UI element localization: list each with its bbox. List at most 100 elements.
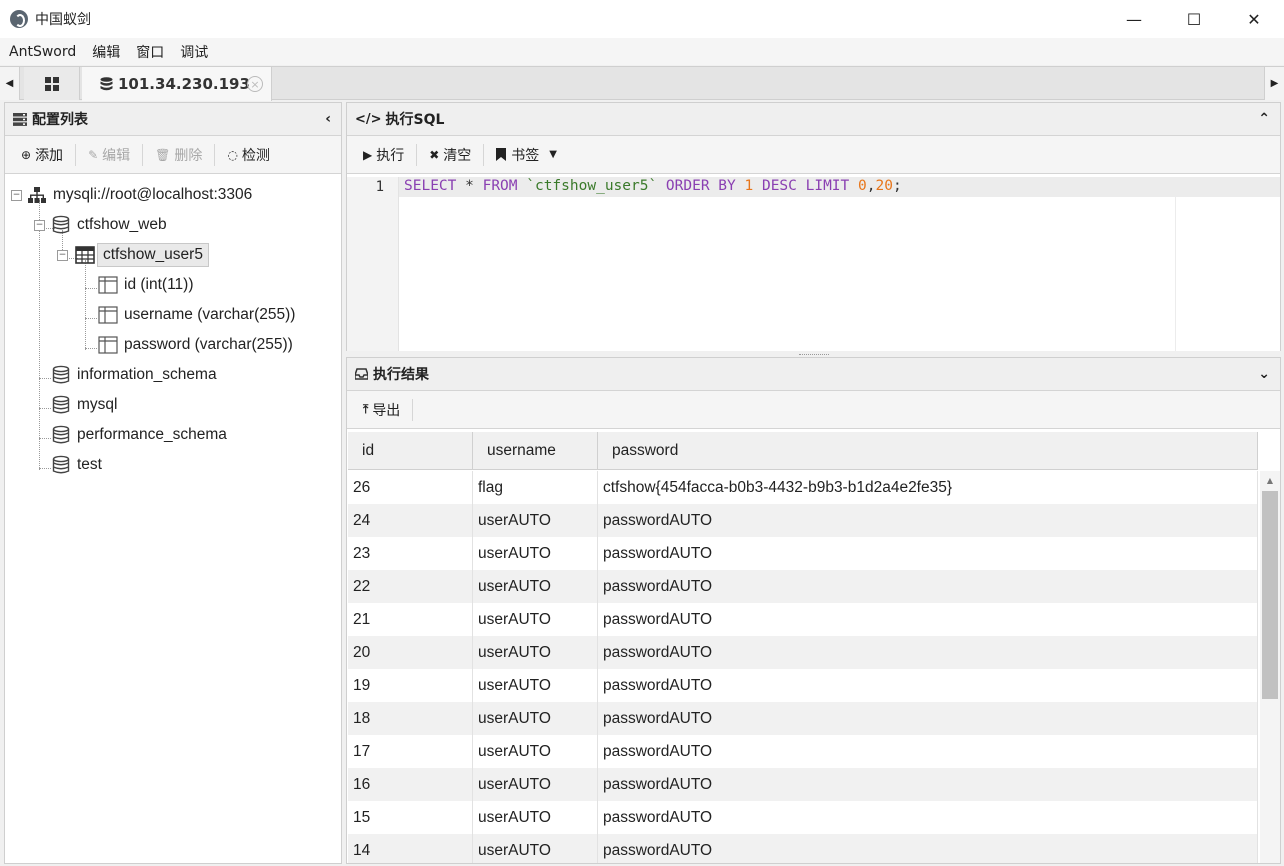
table-row[interactable]: 17 userAUTO passwordAUTO — [348, 735, 1258, 768]
column-label: username (varchar(255)) — [124, 306, 296, 323]
tab-shell-connection[interactable]: 101.34.230.193 × — [82, 67, 272, 101]
cell-id: 24 — [348, 504, 473, 537]
collapse-sql-icon[interactable]: ⌃ — [1258, 111, 1270, 127]
column-icon — [98, 336, 118, 354]
bookmark-label: 书签 — [511, 147, 540, 164]
tab-label: 101.34.230.193 — [118, 75, 250, 93]
table-row[interactable]: 18 userAUTO passwordAUTO — [348, 702, 1258, 735]
config-list-title: 配置列表 — [32, 112, 88, 128]
cell-username: userAUTO — [473, 801, 598, 834]
sql-panel-title: 执行SQL — [385, 112, 445, 128]
column-header-password[interactable]: password — [598, 432, 1258, 470]
cell-password: ctfshow{454facca-b0b3-4432-b9b3-b1d2a4e2… — [598, 471, 1258, 504]
tab-close-icon[interactable]: × — [247, 76, 263, 92]
sql-number: 0 — [858, 178, 867, 194]
clear-label: 清空 — [443, 147, 472, 164]
delete-button[interactable]: 🗑 删除 — [145, 142, 212, 168]
tree-node-column[interactable]: password (varchar(255)) — [98, 333, 293, 357]
table-row[interactable]: 26 flag ctfshow{454facca-b0b3-4432-b9b3-… — [348, 471, 1258, 504]
tree-node-database[interactable]: performance_schema — [51, 423, 227, 447]
grid-icon — [44, 76, 59, 91]
edit-button[interactable]: ✎ 编辑 — [78, 142, 140, 168]
database-icon — [52, 215, 70, 234]
tab-scroll-right-button[interactable]: ▶ — [1264, 67, 1284, 100]
table-row[interactable]: 20 userAUTO passwordAUTO — [348, 636, 1258, 669]
menu-antsword[interactable]: AntSword — [9, 44, 76, 60]
sql-editor[interactable]: 1 SELECT * FROM `ctfshow_user5` ORDER BY… — [347, 177, 1280, 351]
menu-edit[interactable]: 编辑 — [92, 42, 120, 62]
column-header-id[interactable]: id — [348, 432, 473, 470]
export-button[interactable]: ⤒ 导出 — [353, 397, 410, 423]
tree-node-database[interactable]: ctfshow_web — [51, 213, 167, 237]
database-icon — [52, 425, 70, 444]
maximize-button[interactable]: ☐ — [1164, 0, 1224, 38]
cell-id: 15 — [348, 801, 473, 834]
cell-password: passwordAUTO — [598, 768, 1258, 801]
bookmark-icon — [496, 148, 507, 161]
bookmark-button[interactable]: 书签 ▼ — [486, 142, 567, 168]
add-button[interactable]: ⊕ 添加 — [11, 142, 73, 168]
collapse-panel-icon[interactable]: ‹ — [325, 111, 331, 127]
tab-scroll-left-button[interactable]: ◀ — [0, 67, 20, 100]
table-row[interactable]: 15 userAUTO passwordAUTO — [348, 801, 1258, 834]
table-row[interactable]: 23 userAUTO passwordAUTO — [348, 537, 1258, 570]
clear-button[interactable]: ✖ 清空 — [419, 142, 481, 168]
table-row[interactable]: 16 userAUTO passwordAUTO — [348, 768, 1258, 801]
check-button[interactable]: ◌ 检测 — [217, 142, 279, 168]
server-list-icon — [13, 112, 27, 126]
tree-node-column[interactable]: username (varchar(255)) — [98, 303, 295, 327]
sql-toolbar: ▶ 执行 ✖ 清空 书签 ▼ — [347, 136, 1280, 174]
tab-bar: ◀ 101.34.230.193 × ▶ — [0, 66, 1284, 101]
cell-id: 17 — [348, 735, 473, 768]
delete-label: 删除 — [174, 147, 203, 164]
tab-home[interactable] — [24, 67, 80, 100]
table-row[interactable]: 24 userAUTO passwordAUTO — [348, 504, 1258, 537]
cell-password: passwordAUTO — [598, 504, 1258, 537]
sql-keyword: SELECT — [404, 178, 457, 194]
cell-username: userAUTO — [473, 669, 598, 702]
database-icon — [100, 76, 113, 90]
tree-line — [39, 200, 40, 470]
menu-debug[interactable]: 调试 — [180, 42, 208, 62]
close-window-button[interactable]: ✕ — [1224, 0, 1284, 38]
tree-node-column[interactable]: id (int(11)) — [98, 273, 193, 297]
print-margin — [1175, 177, 1176, 351]
cell-password: passwordAUTO — [598, 801, 1258, 834]
sql-number: 1 — [735, 178, 762, 194]
tree-node-table[interactable]: ctfshow_user5 — [75, 243, 209, 267]
cell-username: userAUTO — [473, 702, 598, 735]
tree-node-database[interactable]: test — [51, 453, 102, 477]
table-row[interactable]: 22 userAUTO passwordAUTO — [348, 570, 1258, 603]
result-scrollbar[interactable]: ▲ — [1260, 471, 1280, 863]
database-label: ctfshow_web — [77, 216, 167, 233]
minimize-button[interactable]: — — [1104, 0, 1164, 38]
tree-node-database[interactable]: mysql — [51, 393, 117, 417]
antsword-logo-icon — [10, 10, 28, 28]
database-label: performance_schema — [77, 426, 227, 443]
tree-collapse-toggle[interactable]: − — [34, 220, 45, 231]
table-row[interactable]: 14 userAUTO passwordAUTO — [348, 834, 1258, 863]
sitemap-icon — [28, 187, 46, 203]
tree-node-database[interactable]: information_schema — [51, 363, 217, 387]
scroll-up-arrow-icon[interactable]: ▲ — [1260, 473, 1280, 487]
scrollbar-thumb[interactable] — [1262, 491, 1278, 699]
sql-operator: ; — [892, 178, 902, 194]
table-row[interactable]: 19 userAUTO passwordAUTO — [348, 669, 1258, 702]
result-panel: 执行结果 ⌄ ⤒ 导出 id username password 26 flag… — [346, 357, 1281, 864]
sql-panel-header: </> 执行SQL ⌃ — [347, 103, 1280, 136]
toolbar-divider — [142, 143, 144, 166]
execute-button[interactable]: ▶ 执行 — [353, 142, 414, 168]
tree-node-connection[interactable]: mysqli://root@localhost:3306 — [27, 183, 252, 207]
window-title: 中国蚁剑 — [35, 12, 91, 28]
menu-window[interactable]: 窗口 — [136, 42, 164, 62]
connection-label: mysqli://root@localhost:3306 — [53, 186, 253, 203]
tree-collapse-toggle[interactable]: − — [11, 190, 22, 201]
result-panel-header: 执行结果 ⌄ — [347, 358, 1280, 391]
line-number: 1 — [375, 179, 384, 195]
tree-collapse-toggle[interactable]: − — [57, 250, 68, 261]
table-row[interactable]: 21 userAUTO passwordAUTO — [348, 603, 1258, 636]
expand-result-icon[interactable]: ⌄ — [1258, 366, 1270, 382]
column-icon — [98, 306, 118, 324]
config-toolbar: ⊕ 添加 ✎ 编辑 🗑 删除 ◌ 检测 — [5, 136, 341, 174]
column-header-username[interactable]: username — [473, 432, 598, 470]
